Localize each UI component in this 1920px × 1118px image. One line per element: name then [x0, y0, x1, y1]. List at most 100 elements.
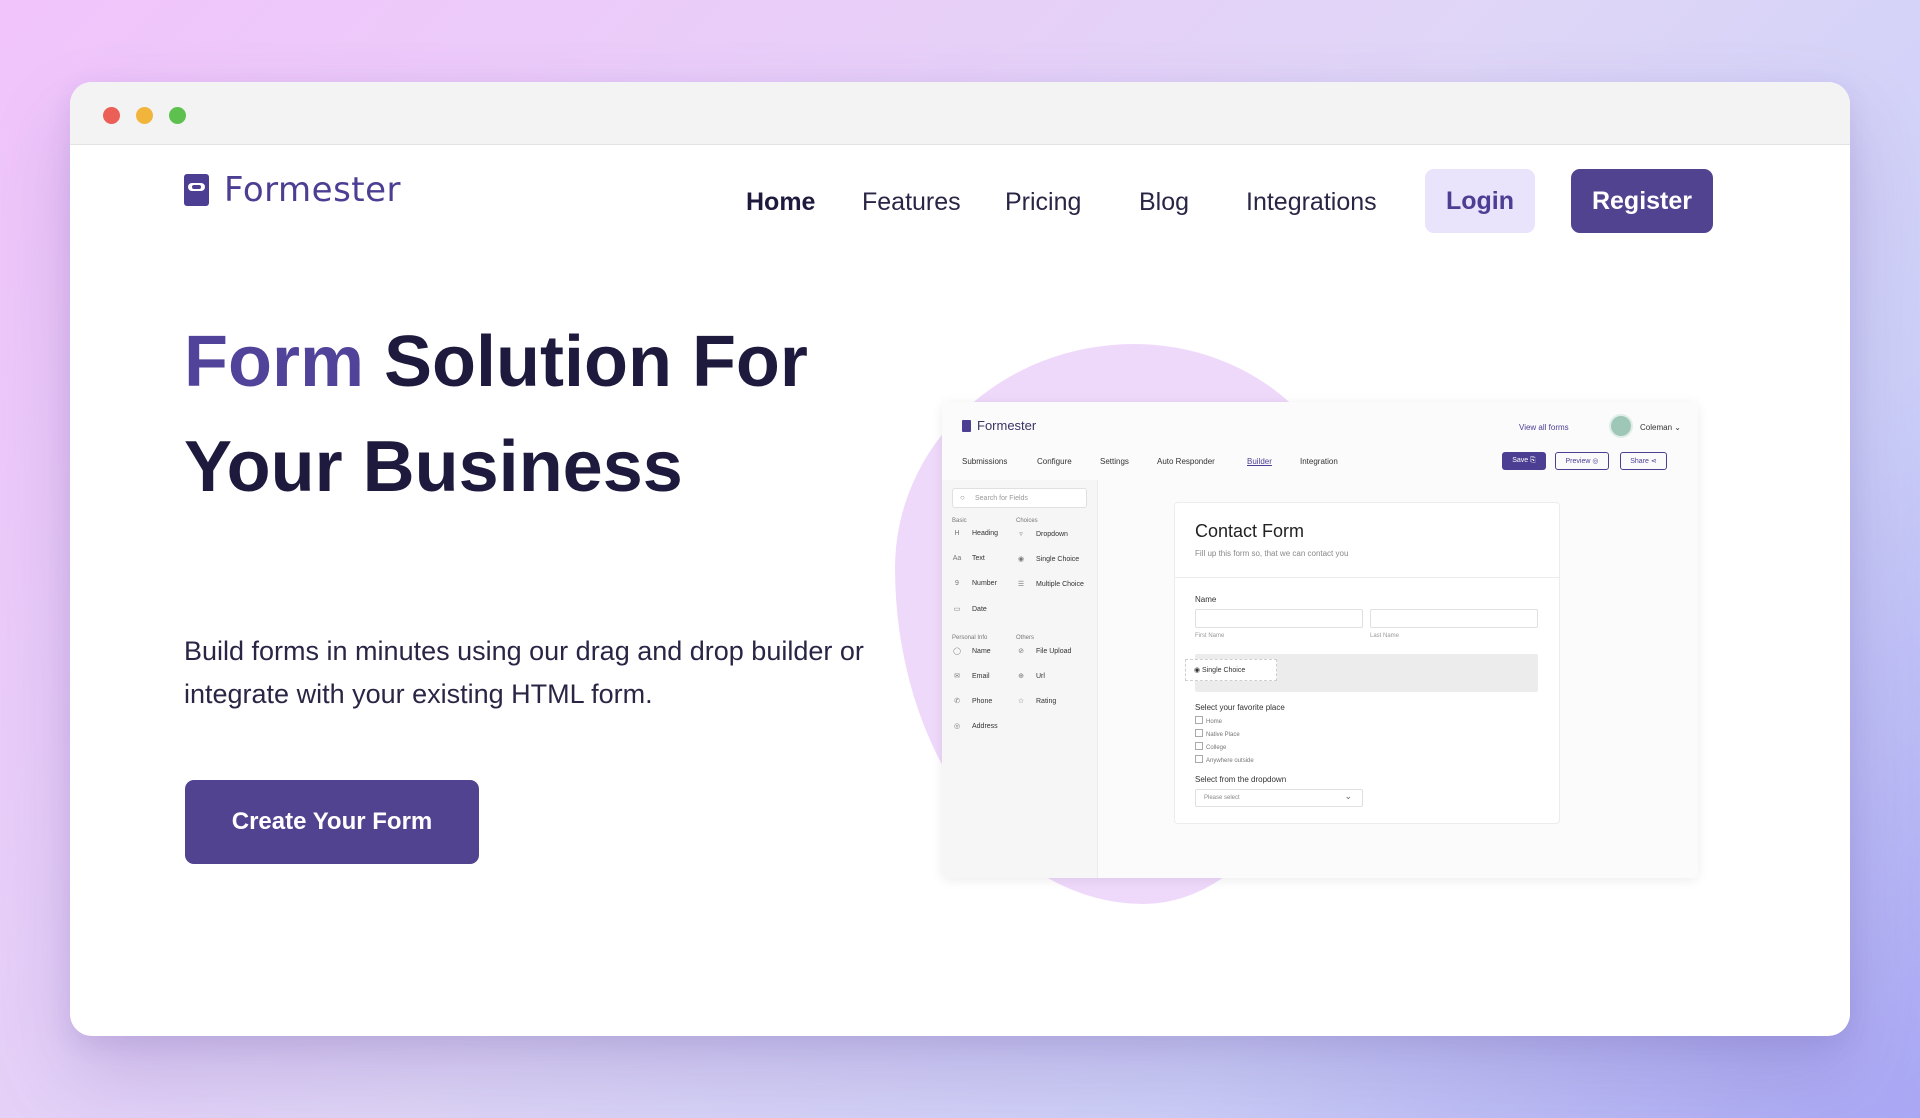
mock-form-divider	[1175, 577, 1559, 578]
mock-group-choices: Choices	[1016, 518, 1038, 524]
mock-field-label: Multiple Choice	[1036, 581, 1084, 588]
mock-first-name-input	[1195, 609, 1363, 628]
mock-save-button: Save ⎘	[1502, 452, 1546, 470]
heading-icon: H	[954, 530, 960, 537]
hero-title: Form Solution For Your Business	[184, 310, 884, 520]
user-icon: ◯	[953, 648, 961, 655]
mock-field-label: File Upload	[1036, 648, 1072, 655]
mock-group-others: Others	[1016, 635, 1035, 641]
mock-tab-settings: Settings	[1100, 457, 1129, 466]
hero-subtitle: Build forms in minutes using our drag an…	[184, 636, 864, 709]
list-icon: ☰	[1017, 581, 1025, 588]
mock-last-name-input	[1370, 609, 1538, 628]
mock-field-label: Text	[972, 555, 985, 562]
mock-field-label: Name	[972, 648, 991, 655]
mock-tab-builder: Builder	[1247, 457, 1272, 466]
globe-icon: ⊕	[1018, 673, 1024, 680]
mock-field-multiple-choice: ☰ Multiple Choice	[1016, 580, 1084, 588]
mock-name-label: Name	[1195, 595, 1217, 604]
paperclip-icon: ⊘	[1018, 648, 1024, 655]
mock-field-file-upload: ⊘ File Upload	[1016, 647, 1071, 655]
mock-option-native-place: Native Place	[1195, 729, 1240, 738]
mock-preview-button: Preview ◎	[1555, 452, 1609, 470]
mock-tab-auto-responder: Auto Responder	[1157, 457, 1215, 466]
star-icon: ☆	[1017, 698, 1025, 705]
mock-field-rating: ☆ Rating	[1016, 697, 1056, 705]
window-titlebar	[70, 82, 1850, 145]
mock-field-label: Url	[1036, 673, 1045, 680]
mock-field-name: ◯ Name	[952, 647, 991, 655]
mock-group-basic: Basic	[952, 518, 967, 524]
envelope-icon: ✉	[954, 673, 960, 680]
login-button[interactable]: Login	[1425, 169, 1535, 233]
logo-text: Formester	[224, 170, 402, 210]
mock-first-name-hint: First Name	[1195, 633, 1225, 639]
mock-field-label: Rating	[1036, 698, 1057, 705]
mock-form-title: Contact Form	[1195, 521, 1305, 541]
mock-form-subtitle: Fill up this form so, that we can contac…	[1195, 549, 1349, 558]
mock-search-fields: Search for Fields	[952, 488, 1087, 508]
maximize-window-button[interactable]	[169, 107, 186, 124]
mock-tab-submissions: Submissions	[962, 457, 1008, 466]
mock-field-phone: ✆ Phone	[952, 697, 992, 705]
mock-field-date: ▭ Date	[952, 605, 987, 613]
hero-title-line2: Your Business	[184, 427, 683, 507]
text-icon: Aa	[952, 555, 962, 562]
location-icon: ◎	[953, 723, 961, 730]
mock-fields-sidebar: Search for Fields Basic Choices H Heading…	[942, 480, 1098, 878]
mock-field-heading: H Heading	[952, 530, 998, 537]
calendar-icon: ▭	[953, 606, 961, 613]
mock-field-single-choice: ◉ Single Choice	[1016, 555, 1079, 563]
phone-icon: ✆	[954, 698, 960, 705]
mock-user-menu: Coleman ⌄	[1640, 423, 1681, 432]
mock-field-text: Aa Text	[952, 555, 985, 562]
mock-field-email: ✉ Email	[952, 672, 989, 680]
mock-field-number: 9 Number	[952, 580, 997, 587]
mock-group-personal: Personal Info	[952, 635, 988, 641]
mock-option-college: College	[1195, 742, 1226, 751]
mock-logo-text: Formester	[977, 418, 1037, 433]
nav-link-pricing[interactable]: Pricing	[1005, 188, 1081, 217]
hero-title-line1: Solution For	[364, 322, 808, 402]
mock-field-label: Dropdown	[1036, 531, 1068, 538]
mock-tab-integration: Integration	[1300, 457, 1338, 466]
site-logo[interactable]: Formester	[184, 170, 401, 210]
builder-preview-screenshot: Formester View all forms Coleman ⌄ Submi…	[942, 402, 1698, 878]
number-icon: 9	[955, 580, 959, 587]
nav-link-features[interactable]: Features	[862, 188, 961, 217]
radio-icon: ◉	[1017, 556, 1025, 563]
close-window-button[interactable]	[103, 107, 120, 124]
mock-share-button: Share ⋖	[1620, 452, 1667, 470]
mock-field-label: Date	[972, 606, 987, 613]
mock-avatar	[1609, 414, 1633, 438]
mock-field-dropdown: ▿ Dropdown	[1016, 530, 1068, 538]
mock-place-label: Select your favorite place	[1195, 703, 1285, 712]
mock-field-url: ⊕ Url	[1016, 672, 1045, 680]
nav-link-blog[interactable]: Blog	[1139, 188, 1189, 217]
mock-field-address: ◎ Address	[952, 722, 998, 730]
formester-logo-icon	[184, 174, 209, 206]
mock-field-label: Single Choice	[1036, 556, 1080, 563]
nav-link-integrations[interactable]: Integrations	[1246, 188, 1377, 217]
nav-link-home[interactable]: Home	[746, 188, 815, 217]
mock-field-label: Heading	[972, 530, 999, 537]
mock-dragged-single-choice: ◉ Single Choice	[1185, 659, 1277, 681]
create-form-button[interactable]: Create Your Form	[185, 780, 479, 864]
mock-dropdown-select: Please select	[1195, 789, 1363, 807]
mock-dropdown-label: Select from the dropdown	[1195, 775, 1287, 784]
mock-view-all-forms-link: View all forms	[1519, 423, 1569, 432]
mock-form-card: Contact Form Fill up this form so, that …	[1174, 502, 1560, 824]
mock-logo: Formester	[962, 418, 1036, 433]
register-button[interactable]: Register	[1571, 169, 1713, 233]
mock-field-label: Number	[972, 580, 997, 587]
mock-option-anywhere-outside: Anywhere outside	[1195, 755, 1254, 764]
mock-field-label: Address	[972, 723, 998, 730]
minimize-window-button[interactable]	[136, 107, 153, 124]
mock-logo-icon	[962, 419, 971, 432]
dropdown-icon: ▿	[1019, 531, 1023, 538]
hero-title-accent: Form	[184, 322, 364, 402]
mock-field-label: Phone	[972, 698, 993, 705]
mock-tab-configure: Configure	[1037, 457, 1072, 466]
browser-window: Formester Home Features Pricing Blog Int…	[70, 82, 1850, 1036]
mock-last-name-hint: Last Name	[1370, 633, 1400, 639]
